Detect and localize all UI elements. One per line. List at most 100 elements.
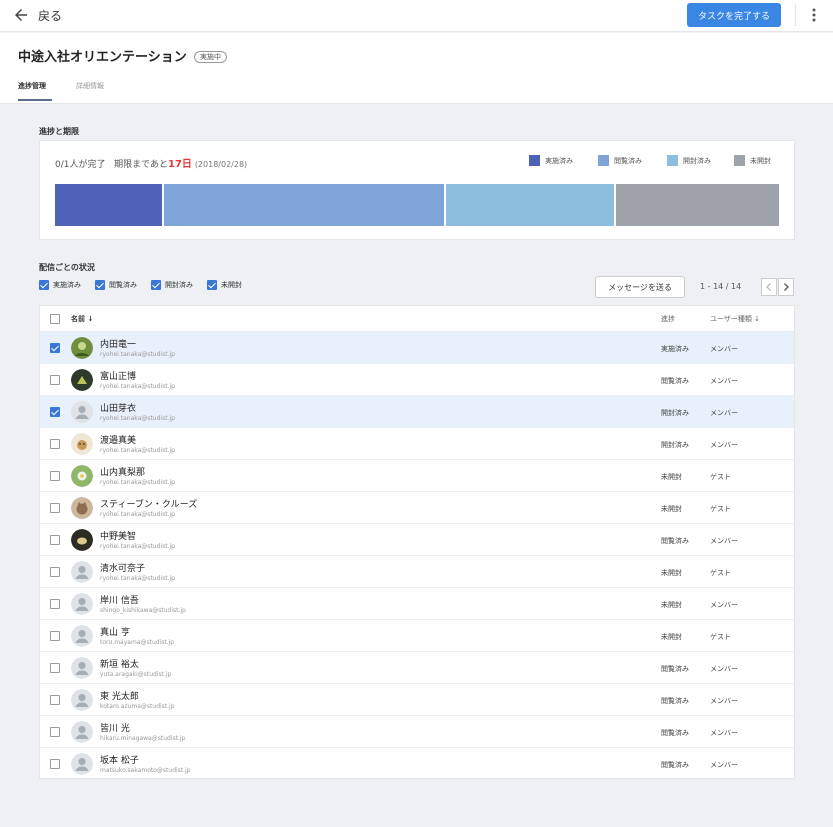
- row-checkbox[interactable]: [50, 663, 60, 673]
- filter-done[interactable]: 実施済み: [39, 280, 81, 290]
- member-name: 清水可奈子: [100, 564, 146, 574]
- avatar: [71, 753, 93, 775]
- table-row[interactable]: 皆川 光 hikaru.minagawa@studist.jp 閲覧済み メンバー: [40, 716, 794, 748]
- complete-task-button[interactable]: タスクを完了する: [687, 3, 781, 27]
- type-column-header[interactable]: ユーザー種類 ↓: [710, 314, 760, 324]
- member-status: 閲覧済み: [661, 697, 689, 705]
- send-message-button[interactable]: メッセージを送る: [595, 276, 685, 298]
- member-status: 閲覧済み: [661, 729, 689, 737]
- table-row[interactable]: 山田芽衣 ryohei.tanaka@studist.jp 開封済み メンバー: [40, 396, 794, 428]
- row-checkbox[interactable]: [50, 439, 60, 449]
- row-checkbox[interactable]: [50, 535, 60, 545]
- member-type: メンバー: [710, 601, 738, 609]
- table-row[interactable]: 中野美智 ryohei.tanaka@studist.jp 閲覧済み メンバー: [40, 524, 794, 556]
- back-label: 戻る: [38, 8, 63, 23]
- table-row[interactable]: 清水可奈子 ryohei.tanaka@studist.jp 未開封 ゲスト: [40, 556, 794, 588]
- legend-swatch: [598, 155, 609, 166]
- member-status: 閲覧済み: [661, 665, 689, 673]
- table-row[interactable]: 真山 亨 toru.mayama@studist.jp 未開封 ゲスト: [40, 620, 794, 652]
- avatar: [71, 721, 93, 743]
- progress-segment: [163, 184, 444, 226]
- member-name: 新垣 裕太: [100, 660, 139, 670]
- row-checkbox[interactable]: [50, 471, 60, 481]
- status-badge: 実施中: [194, 51, 227, 63]
- table-row[interactable]: 渡邉真美 ryohei.tanaka@studist.jp 開封済み メンバー: [40, 428, 794, 460]
- progress-card: 0/1人が完了 期限まであと17日 (2018/02/28) 実施済み 閲覧済み…: [39, 140, 795, 240]
- table-row[interactable]: 内田竜一 ryohei.tanaka@studist.jp 実施済み メンバー: [40, 332, 794, 364]
- row-checkbox[interactable]: [50, 759, 60, 769]
- name-column-header[interactable]: 名前 ↓: [71, 314, 93, 324]
- header-label: ユーザー種類: [710, 315, 752, 323]
- table-row[interactable]: 新垣 裕太 yuta.aragaki@studist.jp 閲覧済み メンバー: [40, 652, 794, 684]
- legend-label: 実施済み: [545, 156, 573, 165]
- legend-item-unopened: 未開封: [734, 155, 771, 166]
- progress-segment: [55, 184, 162, 226]
- select-all-checkbox[interactable]: [50, 314, 60, 324]
- member-type: メンバー: [710, 761, 738, 769]
- table-row[interactable]: 山内真梨那 ryohei.tanaka@studist.jp 未開封 ゲスト: [40, 460, 794, 492]
- status-filters: 実施済み 閲覧済み 開封済み 未開封: [39, 280, 256, 290]
- member-email: ryohei.tanaka@studist.jp: [100, 383, 175, 390]
- member-email: matsuko.sakamoto@studist.jp: [100, 767, 191, 774]
- row-checkbox[interactable]: [50, 599, 60, 609]
- avatar: [71, 433, 93, 455]
- top-bar: 戻る タスクを完了する: [0, 0, 833, 32]
- row-checkbox[interactable]: [50, 695, 60, 705]
- member-status: 閲覧済み: [661, 761, 689, 769]
- member-email: ryohei.tanaka@studist.jp: [100, 351, 175, 358]
- deadline-date: (2018/02/28): [194, 160, 248, 169]
- checkbox-checked[interactable]: [95, 280, 105, 290]
- row-checkbox[interactable]: [50, 567, 60, 577]
- member-type: メンバー: [710, 409, 738, 417]
- tab-details[interactable]: 詳細情報: [76, 81, 104, 91]
- member-type: メンバー: [710, 441, 738, 449]
- row-checkbox[interactable]: [50, 503, 60, 513]
- table-row[interactable]: 東 光太郎 kotaro.azuma@studist.jp 閲覧済み メンバー: [40, 684, 794, 716]
- tab-progress[interactable]: 進捗管理: [18, 81, 46, 91]
- member-type: ゲスト: [710, 633, 731, 641]
- avatar: [71, 529, 93, 551]
- row-checkbox[interactable]: [50, 375, 60, 385]
- checkbox-checked[interactable]: [207, 280, 217, 290]
- filter-opened[interactable]: 開封済み: [151, 280, 193, 290]
- member-status: 未開封: [661, 633, 682, 641]
- legend-swatch: [667, 155, 678, 166]
- next-page-button[interactable]: [778, 278, 794, 296]
- member-email: shingo_kishikawa@studist.jp: [100, 607, 186, 614]
- member-email: ryohei.tanaka@studist.jp: [100, 543, 175, 550]
- table-row[interactable]: スティーブン・クルーズ ryohei.tanaka@studist.jp 未開封 ゲス…: [40, 492, 794, 524]
- member-name: 山内真梨那: [100, 468, 146, 478]
- table-row[interactable]: 岸川 信吾 shingo_kishikawa@studist.jp 未開封 メンバー: [40, 588, 794, 620]
- row-checkbox[interactable]: [50, 631, 60, 641]
- row-checkbox[interactable]: [50, 727, 60, 737]
- member-status: 開封済み: [661, 409, 689, 417]
- checkbox-checked[interactable]: [39, 280, 49, 290]
- row-checkbox[interactable]: [50, 407, 60, 417]
- prev-page-button[interactable]: [761, 278, 777, 296]
- member-name: 坂本 松子: [100, 756, 139, 766]
- member-name: 皆川 光: [100, 724, 130, 734]
- member-type: メンバー: [710, 665, 738, 673]
- row-checkbox[interactable]: [50, 343, 60, 353]
- table-row[interactable]: 坂本 松子 matsuko.sakamoto@studist.jp 閲覧済み メンバー: [40, 748, 794, 780]
- member-type: メンバー: [710, 729, 738, 737]
- header-label: 名前: [71, 315, 85, 323]
- back-button[interactable]: 戻る: [12, 6, 62, 24]
- filter-viewed[interactable]: 閲覧済み: [95, 280, 137, 290]
- filter-unopened[interactable]: 未開封: [207, 280, 242, 290]
- member-name: 岸川 信吾: [100, 596, 139, 606]
- member-type: メンバー: [710, 377, 738, 385]
- checkbox-checked[interactable]: [151, 280, 161, 290]
- page-header: 中途入社オリエンテーション 実施中 進捗管理 詳細情報: [0, 33, 833, 104]
- table-row[interactable]: 富山正博 ryohei.tanaka@studist.jp 閲覧済み メンバー: [40, 364, 794, 396]
- member-email: ryohei.tanaka@studist.jp: [100, 511, 175, 518]
- member-email: ryohei.tanaka@studist.jp: [100, 415, 175, 422]
- member-email: ryohei.tanaka@studist.jp: [100, 575, 175, 582]
- deadline-prefix: 期限まであと: [114, 160, 169, 170]
- member-name: 中野美智: [100, 532, 137, 542]
- member-email: yuta.aragaki@studist.jp: [100, 671, 172, 678]
- member-name: 東 光太郎: [100, 692, 139, 702]
- arrow-down-icon: ↓: [754, 315, 760, 323]
- more-vert-icon[interactable]: [806, 5, 822, 25]
- member-status: 開封済み: [661, 441, 689, 449]
